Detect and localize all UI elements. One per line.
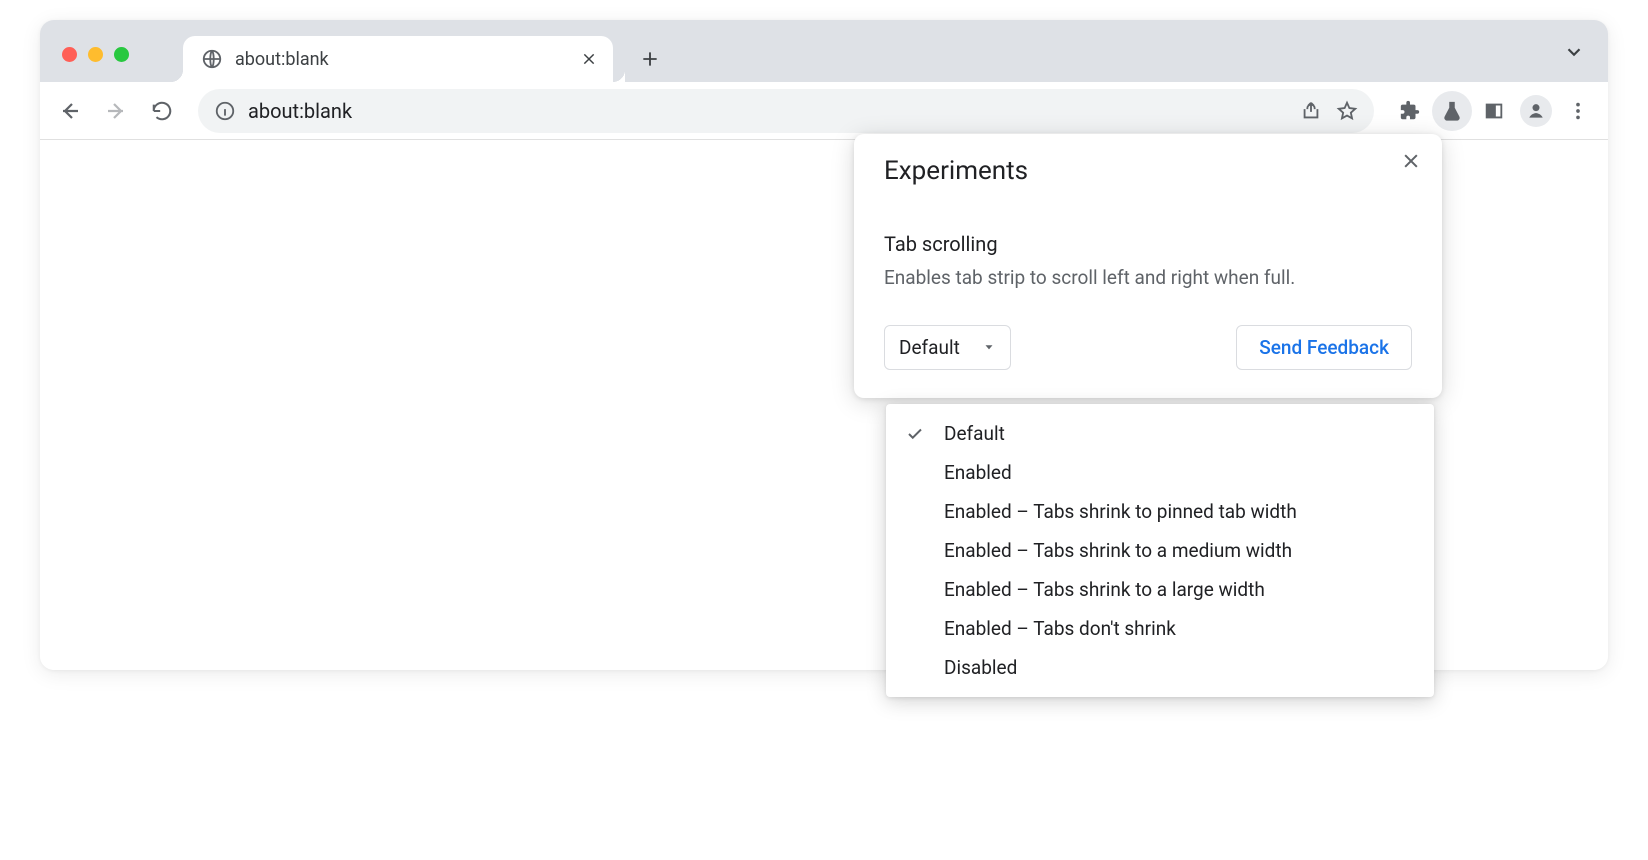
globe-icon xyxy=(201,48,223,70)
minimize-window-button[interactable] xyxy=(88,47,103,62)
reload-button[interactable] xyxy=(142,91,182,131)
browser-tab[interactable]: about:blank xyxy=(183,36,613,82)
send-feedback-button[interactable]: Send Feedback xyxy=(1236,325,1412,370)
tab-list-dropdown-button[interactable] xyxy=(1560,38,1588,66)
experiment-dropdown[interactable]: Default xyxy=(884,325,1011,370)
toolbar-right xyxy=(1390,91,1598,131)
dropdown-option-label: Disabled xyxy=(944,656,1017,679)
back-button[interactable] xyxy=(50,91,90,131)
dropdown-option[interactable]: Enabled xyxy=(886,453,1434,492)
new-tab-button[interactable] xyxy=(631,40,669,78)
address-bar[interactable]: about:blank xyxy=(198,89,1374,133)
bookmark-star-icon[interactable] xyxy=(1336,100,1358,122)
caret-down-icon xyxy=(982,340,996,354)
close-window-button[interactable] xyxy=(62,47,77,62)
dropdown-option[interactable]: Enabled – Tabs shrink to pinned tab widt… xyxy=(886,492,1434,531)
dropdown-option[interactable]: Enabled – Tabs don't shrink xyxy=(886,609,1434,648)
side-panel-button[interactable] xyxy=(1474,91,1514,131)
dropdown-option-label: Enabled xyxy=(944,461,1012,484)
experiments-button[interactable] xyxy=(1432,91,1472,131)
menu-button[interactable] xyxy=(1558,91,1598,131)
forward-button[interactable] xyxy=(96,91,136,131)
popup-close-button[interactable] xyxy=(1398,148,1424,174)
window-controls xyxy=(48,47,143,82)
experiments-popup: Experiments Tab scrolling Enables tab st… xyxy=(854,134,1442,398)
avatar-icon xyxy=(1520,95,1552,127)
tab-strip: about:blank xyxy=(40,20,1608,82)
dropdown-option[interactable]: Enabled – Tabs shrink to a large width xyxy=(886,570,1434,609)
toolbar: about:blank xyxy=(40,82,1608,140)
experiment-dropdown-menu: Default Enabled Enabled – Tabs shrink to p… xyxy=(886,404,1434,697)
dropdown-option[interactable]: Default xyxy=(886,414,1434,453)
profile-button[interactable] xyxy=(1516,91,1556,131)
share-icon[interactable] xyxy=(1300,100,1322,122)
dropdown-option-label: Enabled – Tabs shrink to pinned tab widt… xyxy=(944,500,1297,523)
dropdown-option-label: Enabled – Tabs don't shrink xyxy=(944,617,1176,640)
url-text: about:blank xyxy=(248,99,1288,123)
dropdown-option[interactable]: Enabled – Tabs shrink to a medium width xyxy=(886,531,1434,570)
dropdown-selected-label: Default xyxy=(899,336,960,359)
experiment-description: Enables tab strip to scroll left and rig… xyxy=(884,264,1412,293)
dropdown-option-label: Enabled – Tabs shrink to a medium width xyxy=(944,539,1292,562)
dropdown-option[interactable]: Disabled xyxy=(886,648,1434,687)
popup-title: Experiments xyxy=(884,156,1412,186)
close-tab-button[interactable] xyxy=(579,49,599,69)
dropdown-option-label: Enabled – Tabs shrink to a large width xyxy=(944,578,1265,601)
check-icon xyxy=(904,425,926,443)
site-info-icon[interactable] xyxy=(214,100,236,122)
experiment-name: Tab scrolling xyxy=(884,232,1412,256)
maximize-window-button[interactable] xyxy=(114,47,129,62)
dropdown-option-label: Default xyxy=(944,422,1005,445)
tab-title: about:blank xyxy=(235,49,579,70)
extensions-button[interactable] xyxy=(1390,91,1430,131)
